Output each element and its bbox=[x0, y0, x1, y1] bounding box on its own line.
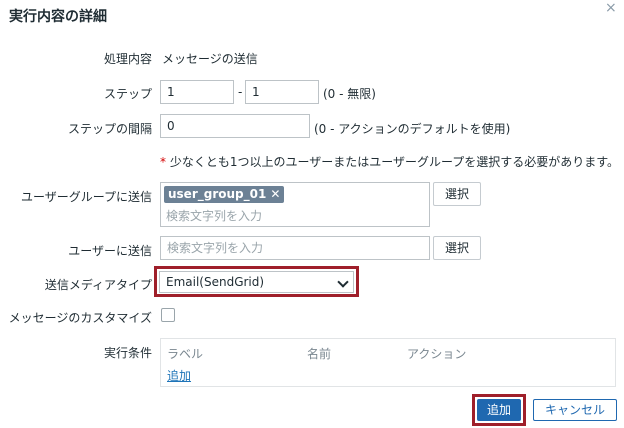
media-type-selected: Email(SendGrid) bbox=[166, 275, 265, 289]
remove-tag-icon[interactable]: ✕ bbox=[270, 187, 280, 201]
users-label: ユーザーに送信 bbox=[68, 244, 152, 258]
users-select-button[interactable]: 選択 bbox=[433, 236, 481, 260]
users-search-input[interactable]: 検索文字列を入力 bbox=[160, 236, 430, 260]
steps-label: ステップ bbox=[103, 87, 152, 101]
conditions-col-name: 名前 bbox=[307, 347, 332, 361]
operation-label: 処理内容 bbox=[103, 52, 152, 66]
user-group-tag: user_group_01 ✕ bbox=[164, 186, 285, 203]
steps-hint: (0 - 無限) bbox=[323, 87, 376, 101]
chevron-down-icon bbox=[337, 276, 349, 288]
users-search-placeholder: 検索文字列を入力 bbox=[167, 241, 264, 255]
step-to-input[interactable]: 1 bbox=[245, 80, 319, 104]
step-duration-input[interactable]: 0 bbox=[160, 114, 310, 138]
conditions-col-label: ラベル bbox=[167, 347, 204, 361]
conditions-label: 実行条件 bbox=[103, 346, 152, 360]
cancel-button[interactable]: キャンセル bbox=[533, 399, 617, 421]
conditions-table bbox=[160, 338, 616, 387]
dialog-title: 実行内容の詳細 bbox=[9, 9, 107, 25]
user-groups-search-placeholder[interactable]: 検索文字列を入力 bbox=[166, 207, 262, 224]
operation-value: メッセージの送信 bbox=[162, 52, 258, 66]
add-button[interactable]: 追加 bbox=[477, 399, 521, 421]
media-type-label: 送信メディアタイプ bbox=[44, 278, 152, 292]
user-groups-label: ユーザーグループに送信 bbox=[20, 190, 152, 204]
user-group-tag-label: user_group_01 bbox=[168, 187, 267, 201]
steps-separator: - bbox=[238, 85, 243, 99]
required-notice: * 少なくとも1つ以上のユーザーまたはユーザーグループを選択する必要があります。 bbox=[160, 153, 619, 170]
media-type-select[interactable]: Email(SendGrid) bbox=[159, 271, 354, 293]
step-duration-hint: (0 - アクションのデフォルトを使用) bbox=[314, 122, 511, 136]
step-duration-label: ステップの間隔 bbox=[67, 122, 152, 136]
conditions-col-action: アクション bbox=[407, 347, 467, 361]
user-groups-select-button[interactable]: 選択 bbox=[433, 182, 481, 206]
add-condition-link[interactable]: 追加 bbox=[167, 367, 191, 384]
close-icon[interactable]: × bbox=[605, 0, 617, 16]
step-from-input[interactable]: 1 bbox=[160, 80, 234, 104]
required-notice-text: 少なくとも1つ以上のユーザーまたはユーザーグループを選択する必要があります。 bbox=[166, 155, 620, 169]
custom-message-label: メッセージのカスタマイズ bbox=[8, 311, 152, 325]
custom-message-checkbox[interactable] bbox=[161, 308, 175, 322]
